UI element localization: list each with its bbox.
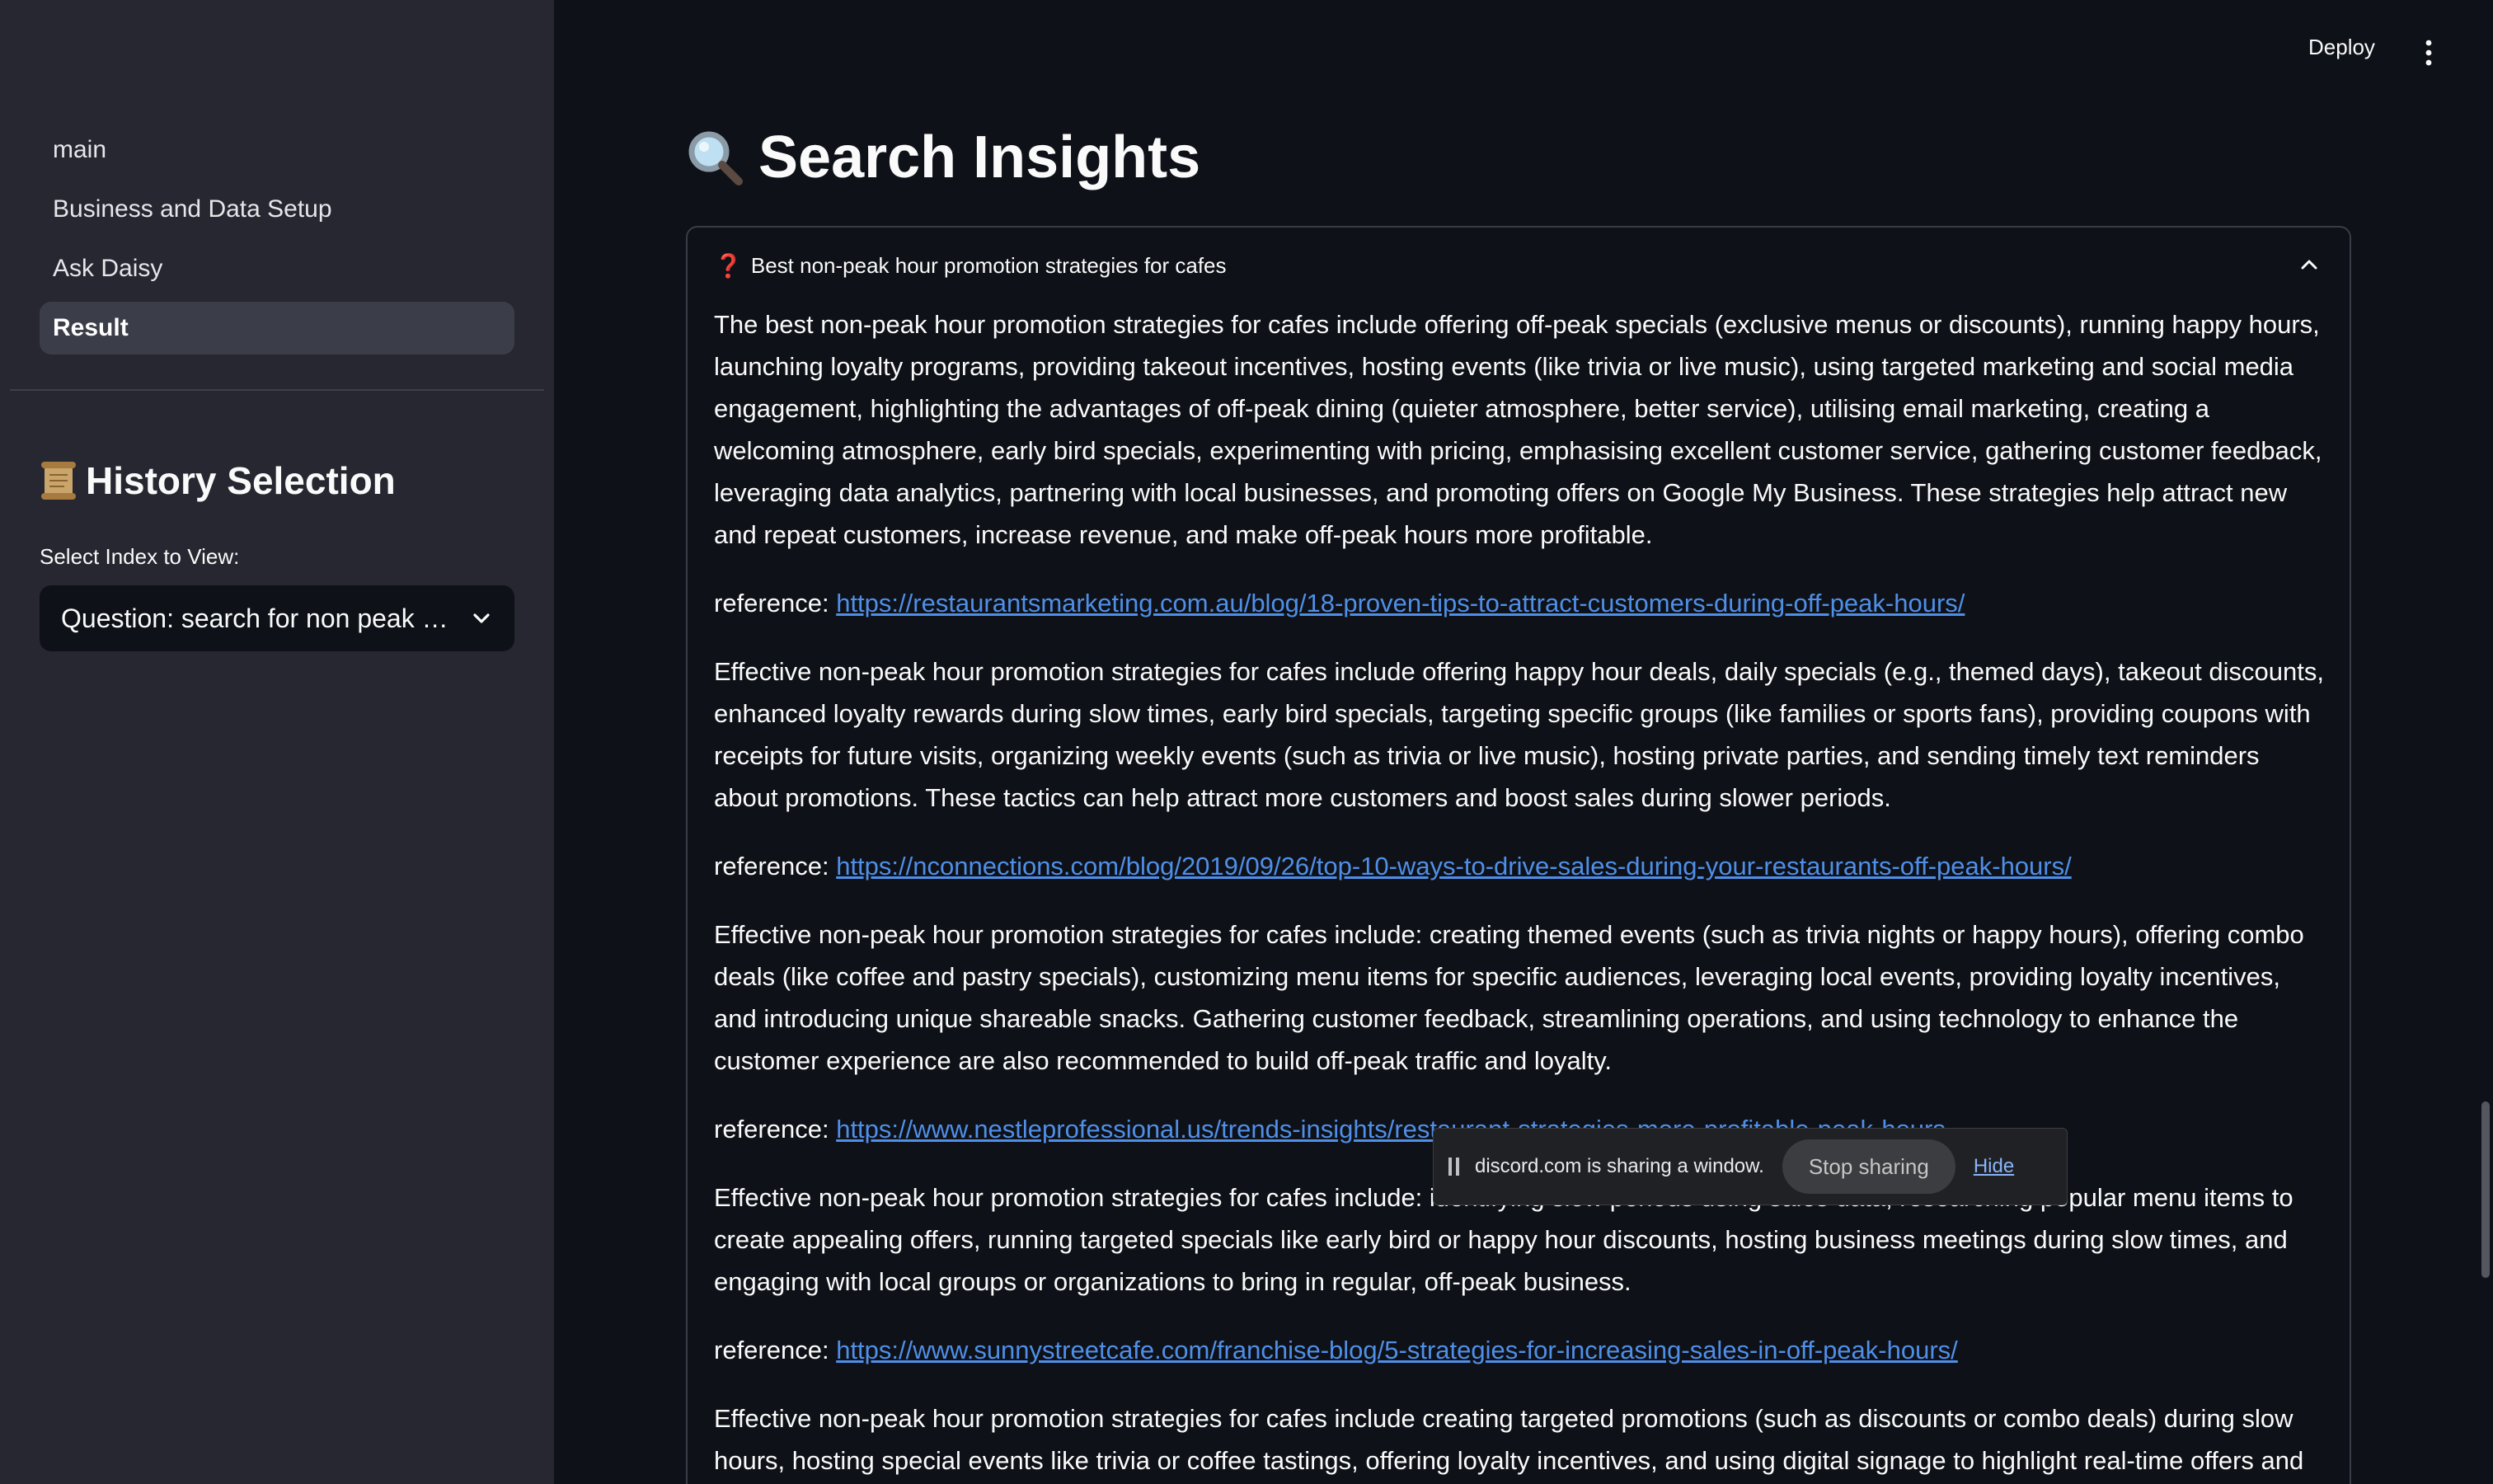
- search-result-expander: ❓ Best non-peak hour promotion strategie…: [686, 226, 2351, 1484]
- hide-share-bar-link[interactable]: Hide: [1974, 1155, 2014, 1178]
- deploy-button[interactable]: Deploy: [2308, 35, 2375, 60]
- reference-link[interactable]: https://www.sunnystreetcafe.com/franchis…: [836, 1336, 1958, 1364]
- history-selection-heading: History Selection: [40, 458, 396, 503]
- sidebar-item-ask-daisy[interactable]: Ask Daisy: [40, 242, 514, 295]
- chevron-up-icon[interactable]: [2298, 254, 2320, 275]
- history-select-value: Question: search for non peak hour promo…: [61, 603, 514, 633]
- screen-share-bar: discord.com is sharing a window. Stop sh…: [1433, 1128, 2068, 1205]
- reference-line: reference: https://www.sunnystreetcafe.c…: [714, 1329, 2330, 1371]
- main-scrollbar-thumb[interactable]: [2481, 1101, 2490, 1278]
- reference-link[interactable]: https://nconnections.com/blog/2019/09/26…: [836, 852, 2072, 881]
- select-index-label: Select Index to View:: [40, 544, 240, 569]
- stop-sharing-button[interactable]: Stop sharing: [1782, 1139, 1955, 1194]
- scroll-icon: [40, 460, 77, 501]
- result-paragraph: Effective non-peak hour promotion strate…: [714, 1404, 2304, 1475]
- page-title-text: Search Insights: [758, 124, 1201, 190]
- history-selection-title: History Selection: [86, 459, 396, 502]
- reference-prefix: reference:: [714, 1336, 829, 1364]
- reference-line: reference: https://nconnections.com/blog…: [714, 845, 2330, 887]
- expander-body: The best non-peak hour promotion strateg…: [714, 303, 2330, 1484]
- reference-line: reference: https://restaurantsmarketing.…: [714, 582, 2330, 624]
- sidebar-item-business-and-data-setup[interactable]: Business and Data Setup: [40, 183, 514, 236]
- reference-link[interactable]: https://restaurantsmarketing.com.au/blog…: [836, 589, 1965, 618]
- sidebar-divider: [10, 389, 544, 391]
- result-paragraph: Effective non-peak hour promotion strate…: [714, 920, 2304, 1075]
- kebab-menu-icon[interactable]: [2419, 36, 2439, 69]
- reference-prefix: reference:: [714, 589, 829, 618]
- app-window: main Business and Data Setup Ask Daisy R…: [0, 0, 2493, 1484]
- pause-icon: [1448, 1158, 1460, 1176]
- expander-question: Best non-peak hour promotion strategies …: [750, 253, 1227, 278]
- page-title: Search Insights: [684, 124, 1200, 191]
- history-index-select[interactable]: Question: search for non peak hour promo…: [40, 585, 514, 651]
- share-message: discord.com is sharing a window.: [1475, 1155, 1764, 1177]
- sidebar-item-result[interactable]: Result: [40, 302, 514, 355]
- sidebar-item-main[interactable]: main: [40, 124, 514, 176]
- chevron-down-icon: [473, 613, 490, 623]
- reference-prefix: reference:: [714, 1115, 829, 1144]
- red-question-mark-icon: ❓: [714, 253, 743, 279]
- result-paragraph: Effective non-peak hour promotion strate…: [714, 657, 2324, 812]
- reference-prefix: reference:: [714, 852, 829, 881]
- expander-header[interactable]: ❓ Best non-peak hour promotion strategie…: [714, 252, 1227, 279]
- magnifying-glass-icon: [688, 131, 743, 186]
- sidebar: main Business and Data Setup Ask Daisy R…: [0, 0, 554, 1484]
- sidebar-nav: main Business and Data Setup Ask Daisy R…: [40, 124, 514, 361]
- result-paragraph: The best non-peak hour promotion strateg…: [714, 310, 2322, 549]
